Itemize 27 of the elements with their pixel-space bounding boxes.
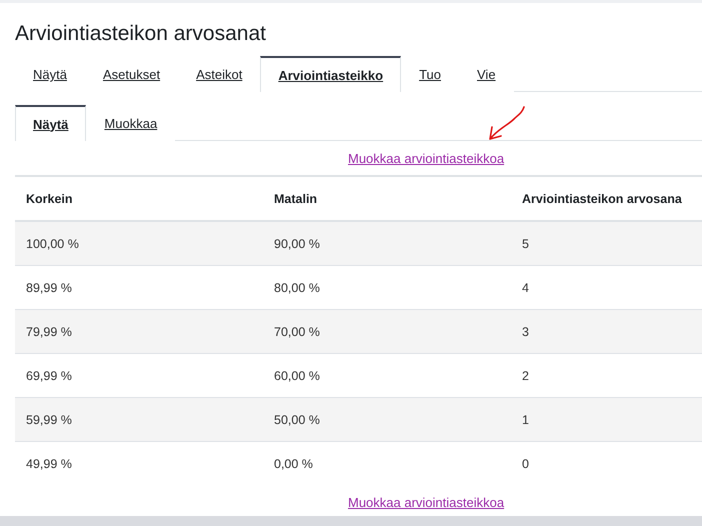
column-header: Korkein [26,192,73,206]
page-title: Arviointiasteikon arvosanat [15,21,267,47]
table-cell: 1 [522,412,529,426]
edit-scale-link[interactable]: Muokkaa arviointiasteikkoa [348,494,504,510]
table-cell: 90,00 % [274,236,320,250]
tab[interactable]: Arviointiasteikko [260,56,402,92]
table-cell: 59,99 % [26,412,72,426]
table-cell: 3 [522,324,529,338]
column-header: Matalin [274,192,318,206]
tab[interactable]: Asteikot [178,56,260,92]
table-cell: 5 [522,236,529,250]
table-cell: 69,99 % [26,368,72,382]
edit-scale-link[interactable]: Muokkaa arviointiasteikkoa [348,150,504,166]
table-cell: 70,00 % [274,324,320,338]
table-cell: 4 [522,280,529,294]
table-cell: 79,99 % [26,324,72,338]
table-cell: 80,00 % [274,280,320,294]
tab[interactable]: Näytä [15,105,86,141]
table-cell: 100,00 % [26,236,79,250]
table-cell: 60,00 % [274,368,320,382]
table-cell: 0,00 % [274,456,313,470]
table-cell: 89,99 % [26,280,72,294]
table-cell: 50,00 % [274,412,320,426]
table-cell: 0 [522,456,529,470]
table-cell: 2 [522,368,529,382]
column-header: Arviointiasteikon arvosana [522,192,682,206]
table-cell: 49,99 % [26,456,72,470]
